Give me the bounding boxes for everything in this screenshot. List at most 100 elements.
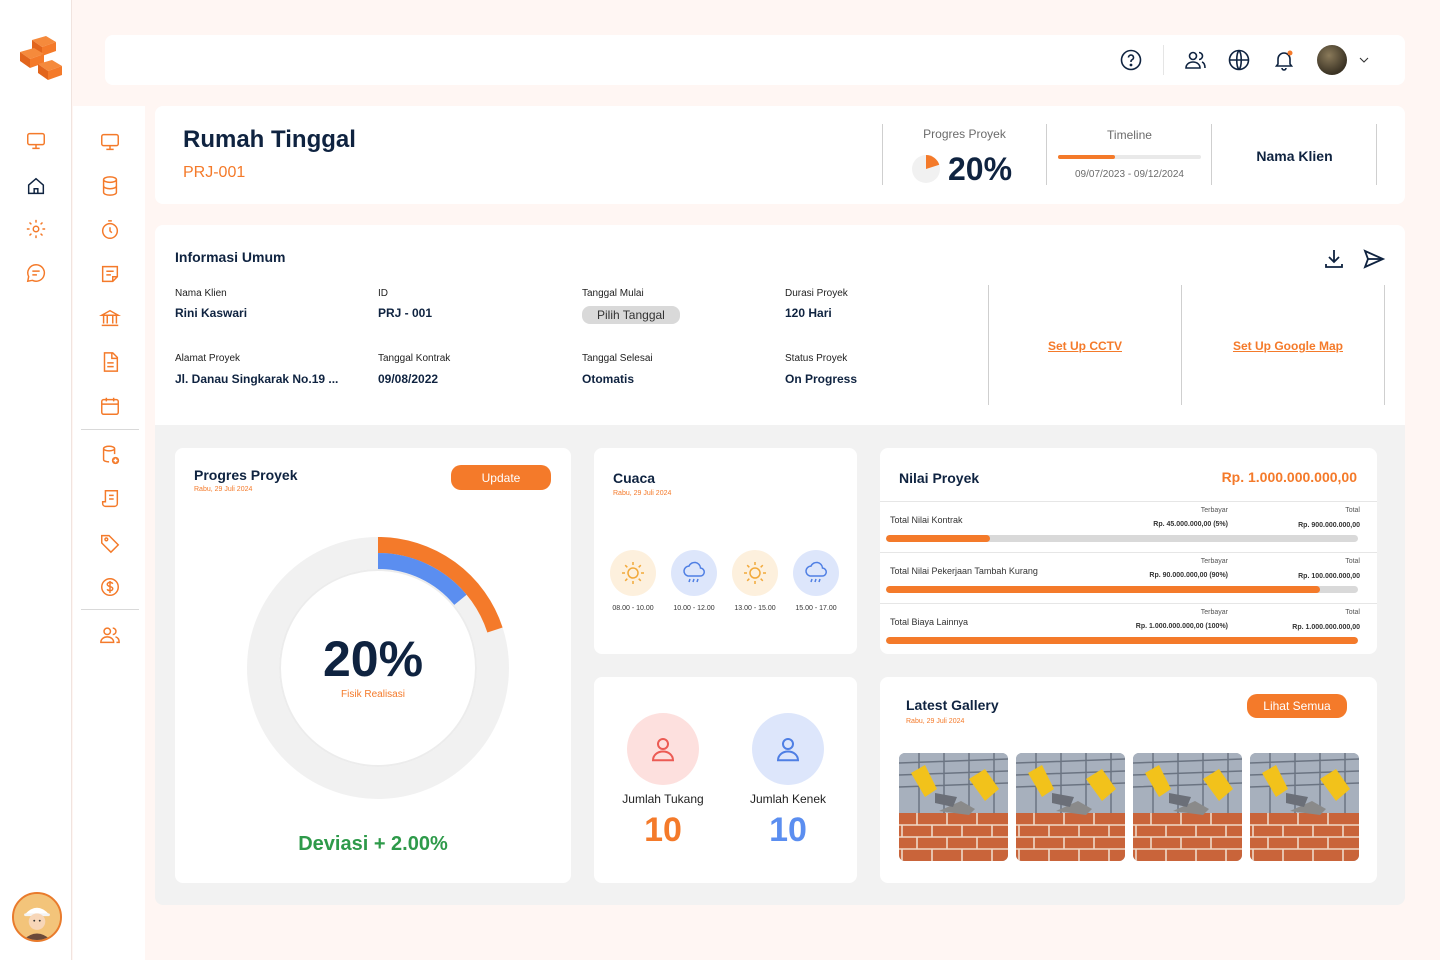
field-label: Tanggal Mulai [582, 288, 644, 299]
field-label: Nama Klien [175, 288, 227, 299]
sidebar-divider [81, 609, 139, 610]
rain-cloud-icon [671, 550, 717, 596]
weather-time: 13.00 - 15.00 [734, 605, 776, 612]
progress-caption: Fisik Realisasi [341, 689, 405, 700]
globe-icon[interactable] [1226, 47, 1252, 73]
users-icon[interactable] [1182, 47, 1208, 73]
kenek-count: 10 [769, 811, 807, 849]
field-label: ID [378, 288, 388, 299]
monitor-icon[interactable] [25, 130, 47, 152]
user-avatar[interactable] [12, 892, 62, 942]
page-title: Rumah Tinggal [183, 126, 356, 153]
update-button[interactable]: Update [451, 465, 551, 490]
see-all-button[interactable]: Lihat Semua [1247, 694, 1347, 718]
field-value: On Progress [785, 372, 858, 386]
weather-time: 15.00 - 17.00 [795, 605, 837, 612]
field-value: PRJ - 001 [378, 306, 433, 320]
divider [1384, 285, 1385, 405]
paid-amount: Rp. 1.000.000.000,00 (100%) [1135, 623, 1228, 630]
paid-label: Terbayar [1200, 507, 1228, 514]
divider [880, 501, 1377, 502]
gallery-image[interactable] [1133, 753, 1242, 861]
paid-label: Terbayar [1200, 609, 1228, 616]
weather-time: 08.00 - 10.00 [612, 605, 654, 612]
progress-pie-icon [911, 154, 941, 184]
download-icon[interactable] [1321, 246, 1347, 272]
paid-amount: Rp. 45.000.000,00 (5%) [1153, 521, 1228, 528]
tukang-label: Jumlah Tukang [622, 792, 704, 806]
stopwatch-icon[interactable] [98, 218, 122, 242]
card-date: Rabu, 29 Juli 2024 [194, 486, 253, 493]
total-label: Total [1345, 609, 1360, 616]
value-progress-bar [886, 586, 1358, 593]
chat-icon[interactable] [25, 262, 47, 284]
general-info-card [155, 225, 1405, 425]
gallery-image[interactable] [1250, 753, 1359, 861]
card-date: Rabu, 29 Juli 2024 [613, 490, 672, 497]
tag-icon[interactable] [98, 531, 122, 555]
section-title: Informasi Umum [175, 249, 286, 265]
date-picker-button[interactable]: Pilih Tanggal [582, 306, 680, 324]
user-avatar[interactable] [1317, 45, 1347, 75]
value-progress-fill [886, 637, 1358, 644]
send-icon[interactable] [1361, 246, 1387, 272]
tukang-count: 10 [644, 811, 682, 849]
card-title: Nilai Proyek [899, 470, 980, 486]
project-value-total: Rp. 1.000.000.000,00 [1221, 469, 1357, 485]
total-amount: Rp. 1.000.000.000,00 [1292, 624, 1360, 631]
calendar-icon[interactable] [98, 394, 122, 418]
setup-google-map-link[interactable]: Set Up Google Map [1182, 339, 1394, 353]
value-row-label: Total Nilai Kontrak [890, 515, 963, 525]
dollar-icon[interactable] [98, 575, 122, 599]
card-date: Rabu, 29 Juli 2024 [906, 718, 965, 725]
project-code: PRJ-001 [183, 164, 246, 181]
timeline-label: Timeline [1107, 128, 1152, 142]
sun-icon [732, 550, 778, 596]
receipt-icon[interactable] [98, 487, 122, 511]
client-label: Nama Klien [1256, 148, 1333, 164]
value-row-label: Total Nilai Pekerjaan Tambah Kurang [890, 566, 1038, 576]
gallery-image[interactable] [899, 753, 1008, 861]
value-progress-bar [886, 637, 1358, 644]
setup-cctv-link[interactable]: Set Up CCTV [989, 339, 1181, 353]
brand-logo[interactable] [18, 36, 62, 84]
monitor-icon[interactable] [98, 130, 122, 154]
worker-icon [627, 713, 699, 785]
field-value: Rini Kaswari [175, 306, 248, 320]
value-progress-fill [886, 586, 1321, 593]
database-add-icon[interactable] [98, 443, 122, 467]
settings-icon[interactable] [25, 218, 47, 240]
timeline-fill [1058, 155, 1116, 159]
paid-amount: Rp. 90.000.000,00 (90%) [1149, 572, 1228, 579]
bell-icon[interactable] [1271, 47, 1297, 73]
rain-cloud-icon [793, 550, 839, 596]
note-icon[interactable] [98, 262, 122, 286]
weather-time: 10.00 - 12.00 [673, 605, 715, 612]
database-icon[interactable] [98, 174, 122, 198]
sun-icon [610, 550, 656, 596]
value-row-label: Total Biaya Lainnya [890, 617, 969, 627]
field-value: Jl. Danau Singkarak No.19 ... [175, 372, 339, 386]
top-bar [105, 35, 1405, 85]
home-icon[interactable] [25, 175, 47, 197]
sidebar-divider [81, 429, 139, 430]
paid-label: Terbayar [1200, 558, 1228, 565]
total-amount: Rp. 100.000.000,00 [1298, 573, 1360, 580]
timeline-dates: 09/07/2023 - 09/12/2024 [1075, 169, 1184, 180]
progress-percent: 20% [948, 151, 1013, 187]
gallery-image[interactable] [1016, 753, 1125, 861]
document-icon[interactable] [98, 350, 122, 374]
card-title: Progres Proyek [194, 467, 298, 483]
bank-icon[interactable] [98, 306, 122, 330]
field-label: Alamat Proyek [175, 353, 241, 364]
chevron-down-icon[interactable] [1352, 47, 1376, 73]
progress-big-percent: 20% [322, 631, 424, 687]
card-title: Latest Gallery [906, 697, 999, 713]
timeline-track [1058, 155, 1201, 159]
helper-icon [752, 713, 824, 785]
field-label: Tanggal Kontrak [378, 353, 451, 364]
users-icon[interactable] [98, 623, 122, 647]
help-icon[interactable] [1118, 47, 1144, 73]
card-title: Cuaca [613, 470, 656, 486]
divider [880, 603, 1377, 604]
